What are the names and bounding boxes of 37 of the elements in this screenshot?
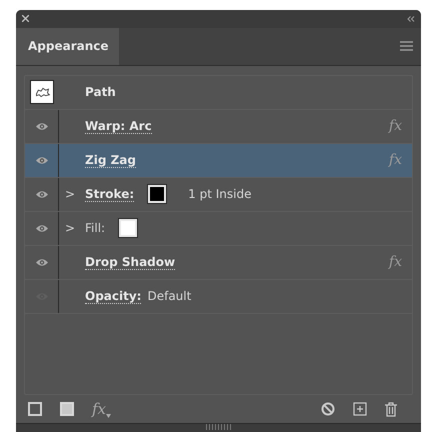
- collapse-icon[interactable]: [407, 16, 415, 22]
- eye-icon[interactable]: [34, 156, 48, 165]
- menu-icon[interactable]: [400, 41, 413, 52]
- eye-icon[interactable]: [34, 224, 48, 233]
- appearance-row[interactable]: Zig Zag fx: [25, 144, 412, 178]
- row-label[interactable]: Zig Zag: [85, 152, 136, 168]
- appearance-row[interactable]: Drop Shadow fx: [25, 246, 412, 280]
- duplicate-icon[interactable]: [353, 402, 367, 416]
- close-icon[interactable]: [22, 15, 29, 22]
- row-label[interactable]: Opacity:: [85, 288, 142, 304]
- row-label[interactable]: Stroke:: [85, 186, 134, 202]
- appearance-row[interactable]: Opacity: Default: [25, 280, 412, 314]
- appearance-row[interactable]: Path: [25, 76, 412, 110]
- opacity-value: Default: [147, 289, 192, 304]
- panel-tab[interactable]: Appearance: [16, 28, 119, 65]
- expand-chevron[interactable]: >: [59, 221, 85, 236]
- appearance-row[interactable]: > Stroke: 1 pt Inside: [25, 178, 412, 212]
- expand-chevron[interactable]: >: [59, 187, 85, 202]
- appearance-row[interactable]: > Fill:: [25, 212, 412, 246]
- row-label[interactable]: Drop Shadow: [85, 254, 176, 270]
- resize-grip-icon[interactable]: [206, 424, 232, 430]
- color-swatch[interactable]: [119, 219, 138, 238]
- row-label[interactable]: Warp: Arc: [85, 118, 152, 134]
- stroke-value: 1 pt Inside: [188, 187, 252, 202]
- eye-icon[interactable]: [34, 122, 48, 131]
- new-fill-icon[interactable]: [60, 402, 74, 416]
- add-effect-button[interactable]: fx: [92, 400, 112, 418]
- color-swatch[interactable]: [148, 185, 166, 204]
- caret-icon[interactable]: [106, 414, 112, 418]
- new-stroke-icon[interactable]: [28, 402, 42, 416]
- clear-icon[interactable]: [321, 402, 335, 416]
- eye-icon[interactable]: [34, 258, 48, 267]
- trash-icon[interactable]: [385, 402, 397, 417]
- eye-icon[interactable]: [34, 190, 48, 199]
- path-thumbnail-icon: [30, 80, 54, 104]
- row-label: Path: [85, 85, 116, 100]
- row-label: Fill:: [85, 221, 106, 236]
